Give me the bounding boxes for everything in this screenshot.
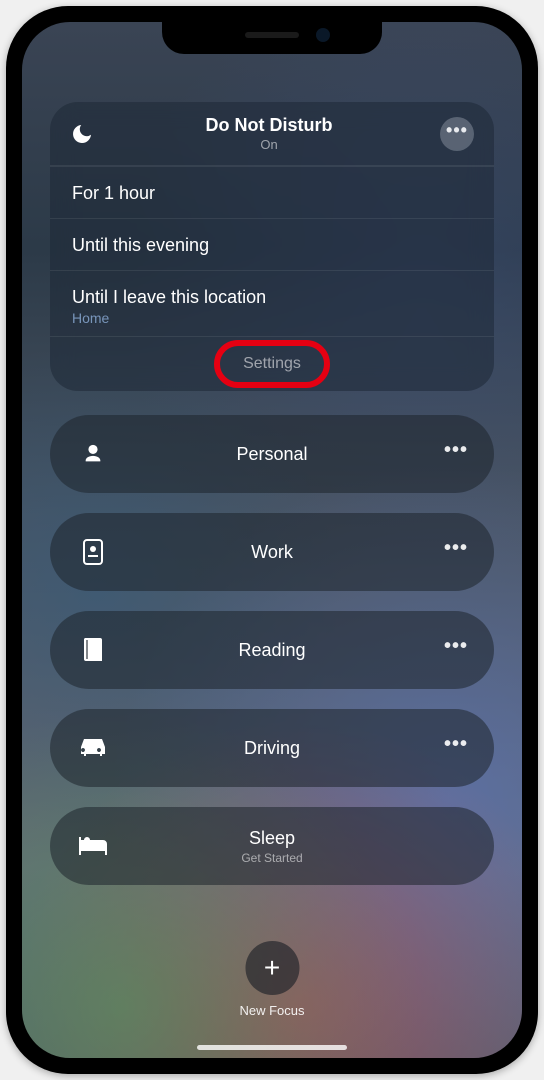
focus-label: Reading [110, 640, 434, 661]
dnd-option-evening[interactable]: Until this evening [50, 218, 494, 270]
focus-reading[interactable]: Reading ••• [50, 611, 494, 689]
screen: Do Not Disturb On ••• For 1 hour Until t… [22, 22, 522, 1058]
dnd-panel: Do Not Disturb On ••• For 1 hour Until t… [50, 102, 494, 391]
dnd-option-hint: Home [72, 310, 472, 326]
dnd-settings-row[interactable]: Settings [50, 336, 494, 391]
home-indicator[interactable] [197, 1045, 347, 1050]
dnd-option-label: Until I leave this location [72, 287, 472, 308]
focus-personal[interactable]: Personal ••• [50, 415, 494, 493]
settings-label: Settings [243, 355, 301, 373]
dnd-title: Do Not Disturb [98, 115, 440, 136]
focus-label: Work [110, 542, 434, 563]
dnd-option-label: Until this evening [72, 235, 472, 256]
focus-more-button[interactable]: ••• [434, 639, 468, 662]
front-camera [316, 28, 330, 42]
plus-icon: + [245, 941, 299, 995]
dnd-more-button[interactable]: ••• [440, 117, 474, 151]
new-focus[interactable]: + New Focus [239, 941, 304, 1018]
dnd-option-label: For 1 hour [72, 183, 472, 204]
dnd-option-1hour[interactable]: For 1 hour [50, 166, 494, 218]
focus-more-button[interactable]: ••• [434, 541, 468, 564]
person-icon [76, 443, 110, 465]
book-icon [76, 637, 110, 663]
focus-label: Driving [110, 738, 434, 759]
speaker [245, 32, 299, 38]
focus-label: Sleep [110, 828, 434, 849]
badge-icon [76, 539, 110, 565]
dnd-status: On [98, 137, 440, 152]
focus-sublabel: Get Started [110, 851, 434, 865]
dnd-option-leave-location[interactable]: Until I leave this location Home [50, 270, 494, 336]
phone-frame: Do Not Disturb On ••• For 1 hour Until t… [6, 6, 538, 1074]
car-icon [76, 737, 110, 759]
new-focus-label: New Focus [239, 1003, 304, 1018]
bed-icon [76, 836, 110, 856]
focus-work[interactable]: Work ••• [50, 513, 494, 591]
moon-icon [70, 122, 98, 146]
dnd-header[interactable]: Do Not Disturb On ••• [50, 102, 494, 166]
focus-more-button[interactable]: ••• [434, 443, 468, 466]
focus-more-button[interactable]: ••• [434, 737, 468, 760]
notch [162, 20, 382, 54]
focus-sleep[interactable]: Sleep Get Started [50, 807, 494, 885]
focus-driving[interactable]: Driving ••• [50, 709, 494, 787]
focus-label: Personal [110, 444, 434, 465]
